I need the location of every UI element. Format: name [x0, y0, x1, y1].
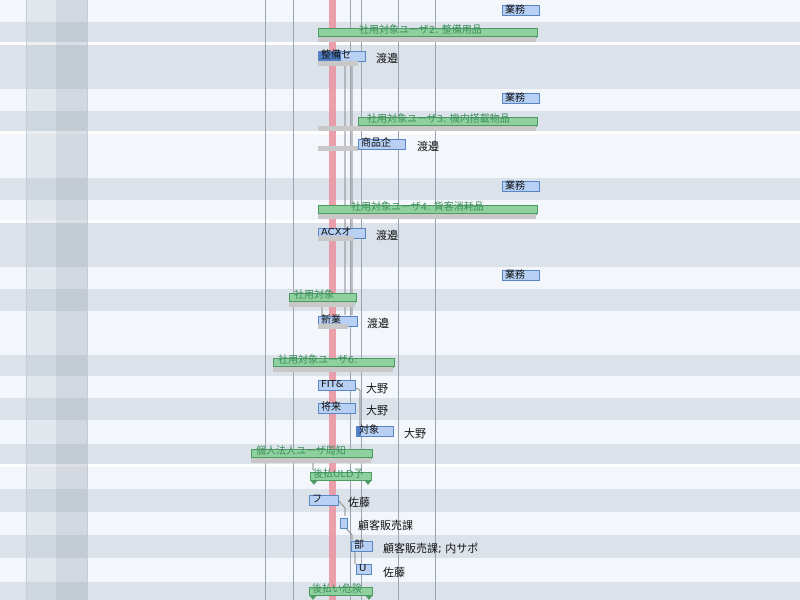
gantt-row — [0, 376, 800, 398]
task-bar[interactable]: フ — [309, 494, 339, 506]
summary-bar[interactable]: 社用対象 — [289, 290, 357, 306]
task-bar[interactable] — [340, 518, 348, 529]
grid-line — [265, 0, 266, 600]
resource-label: 渡邉 — [417, 140, 439, 153]
task-label: 対象 — [359, 425, 379, 436]
baseline-bar — [318, 61, 358, 66]
grid-line — [435, 0, 436, 600]
gantt-row — [0, 420, 800, 444]
gantt-row — [0, 267, 800, 289]
task-bar[interactable]: 将来 — [318, 402, 356, 414]
resource-label: 渡邉 — [367, 317, 389, 330]
resource-label: 渡邉 — [376, 229, 398, 242]
task-bar[interactable]: 対象 — [356, 425, 394, 437]
resource-label: 佐藤 — [383, 566, 405, 579]
task-label: 商品企 — [361, 138, 391, 149]
summary-label: 社用対象ユーザ4: 貨客消耗品 — [351, 202, 484, 213]
summary-label: 個人法人ユーザ周知 — [256, 446, 346, 457]
task-label: フ — [312, 494, 322, 505]
weekend-column — [56, 0, 87, 600]
gantt-row — [0, 311, 800, 355]
summary-bar[interactable]: 後払い危険 — [309, 584, 373, 600]
gantt-row — [0, 398, 800, 420]
resource-label: 大野 — [404, 427, 426, 440]
gantt-chart: 業務 社用対象ユーザ2: 整備用品 整備セ 渡邉 業務 社用対象ユーザ3: 機内… — [0, 0, 800, 600]
resource-label: 顧客販売課 — [358, 519, 413, 532]
group-tag-label: 業務 — [505, 93, 525, 104]
group-tag-label: 業務 — [505, 181, 525, 192]
summary-label: 社用対象ユーザ3: 機内搭載物品 — [367, 114, 510, 125]
gantt-row — [0, 355, 800, 376]
summary-label: 後払い危険 — [312, 584, 362, 595]
gantt-row — [0, 467, 800, 489]
gantt-row — [0, 45, 800, 89]
summary-bar[interactable]: 社用対象ユーザ2: 整備用品 — [318, 25, 538, 41]
group-tag[interactable]: 業務 — [502, 93, 540, 104]
baseline-bar — [318, 214, 536, 219]
summary-label: 後払ULD予 — [313, 469, 364, 480]
baseline-bar — [318, 146, 358, 151]
gantt-row — [0, 223, 800, 267]
summary-label: 社用対象ユーザ6: — [278, 355, 358, 366]
summary-bar[interactable]: 社用対象ユーザ3: 機内搭載物品 — [358, 114, 538, 130]
baseline-bar — [318, 37, 536, 42]
gantt-row — [0, 289, 800, 311]
task-bar[interactable]: FIT& — [318, 379, 356, 391]
task-label: U — [359, 563, 367, 574]
resource-label: 渡邉 — [376, 52, 398, 65]
group-tag[interactable]: 業務 — [502, 181, 540, 192]
group-tag[interactable]: 業務 — [502, 270, 540, 281]
grid-line — [26, 0, 27, 600]
summary-bar[interactable]: 社用対象ユーザ4: 貨客消耗品 — [318, 202, 538, 218]
gantt-row — [0, 582, 800, 600]
task-label: 将来 — [321, 402, 341, 413]
grid-line — [398, 0, 399, 600]
baseline-bar — [318, 324, 348, 329]
summary-label: 社用対象ユーザ2: 整備用品 — [359, 25, 482, 36]
gantt-row — [0, 489, 800, 512]
task-label: 部 — [354, 540, 364, 551]
gantt-row — [0, 444, 800, 467]
task-bar[interactable]: U — [356, 563, 372, 575]
summary-bar[interactable]: 後払ULD予 — [310, 469, 372, 485]
baseline-bar — [273, 367, 393, 372]
resource-label: 佐藤 — [348, 496, 370, 509]
group-tag-label: 業務 — [505, 270, 525, 281]
summary-bar[interactable]: 個人法人ユーザ周知 — [251, 446, 373, 462]
task-label: FIT& — [321, 379, 344, 390]
gantt-row — [0, 178, 800, 200]
baseline-bar — [318, 126, 536, 131]
group-tag-label: 業務 — [505, 5, 525, 16]
group-tag[interactable]: 業務 — [502, 5, 540, 16]
summary-bar[interactable]: 社用対象ユーザ6: — [273, 355, 395, 371]
task-bar[interactable]: 部 — [351, 540, 373, 552]
grid-line — [361, 0, 362, 600]
baseline-bar — [318, 236, 354, 241]
gantt-row — [0, 0, 800, 22]
weekend-column — [26, 0, 56, 600]
gantt-row — [0, 89, 800, 111]
baseline-bar — [289, 302, 355, 307]
grid-line — [87, 0, 88, 600]
resource-label: 大野 — [366, 404, 388, 417]
baseline-bar — [251, 458, 371, 463]
task-bar[interactable]: 商品企 — [358, 138, 406, 150]
resource-label: 大野 — [366, 382, 388, 395]
summary-label: 社用対象 — [294, 290, 334, 301]
resource-label: 顧客販売課; 内サポ — [383, 542, 479, 555]
